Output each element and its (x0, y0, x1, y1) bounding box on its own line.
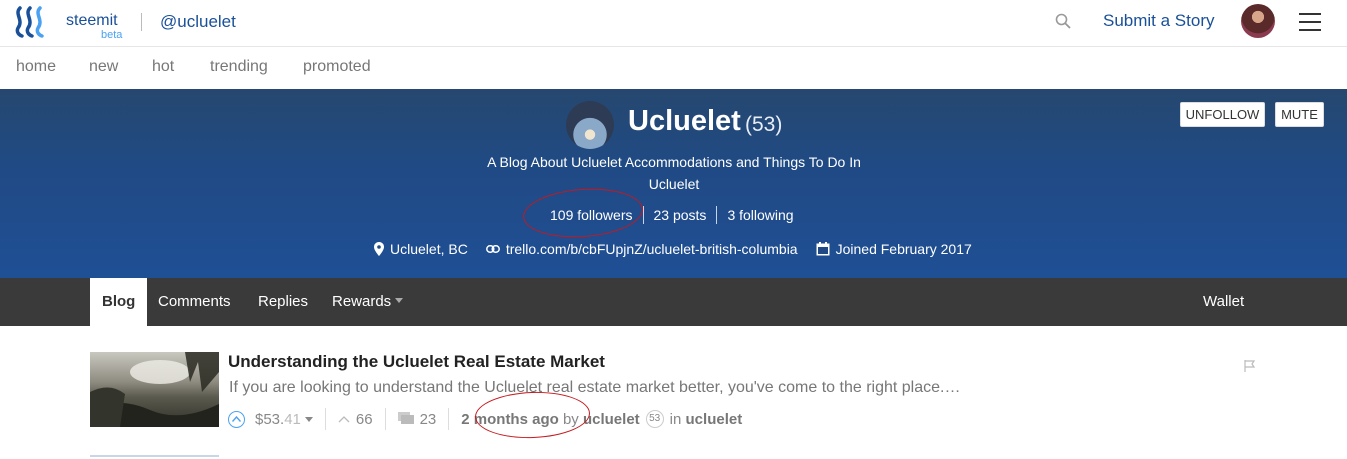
profile-location: Ucluelet, BC (374, 241, 468, 257)
author-reputation: 53 (645, 410, 664, 428)
tab-rewards-label: Rewards (332, 293, 392, 310)
payout-cents: 41 (284, 410, 301, 428)
tab-replies[interactable]: Replies (258, 278, 308, 326)
profile-about: A Blog About Ucluelet Accommodations and… (487, 154, 861, 192)
tab-rewards[interactable]: Rewards (332, 278, 404, 326)
comments-icon (397, 412, 414, 424)
in-label: in (669, 410, 682, 428)
nav-promoted[interactable]: promoted (303, 58, 371, 76)
profile-reputation: (53) (745, 113, 783, 136)
profile-tabs: Blog Comments Replies Rewards Wallet (0, 278, 1347, 326)
votes-chevron-icon (338, 416, 350, 423)
profile-website[interactable]: trello.com/b/cbFUpjnZ/ucluelet-british-c… (485, 241, 798, 257)
nav-home[interactable]: home (16, 58, 56, 76)
tab-comments[interactable]: Comments (158, 278, 231, 326)
unfollow-button[interactable]: UNFOLLOW (1180, 102, 1265, 127)
submit-story-link[interactable]: Submit a Story (1103, 11, 1215, 31)
brand-name[interactable]: steemit (66, 12, 118, 30)
sub-navigation: home new hot trending promoted (0, 48, 1347, 88)
nav-new[interactable]: new (89, 58, 118, 76)
thumbnail-image (90, 352, 219, 427)
post-author[interactable]: ucluelet (583, 411, 640, 428)
next-post-thumbnail (90, 455, 219, 459)
user-avatar[interactable] (1241, 4, 1275, 38)
nav-hot[interactable]: hot (152, 58, 174, 76)
profile-meta: Ucluelet, BC trello.com/b/cbFUpjnZ/uclue… (374, 241, 990, 257)
link-icon (485, 245, 500, 253)
profile-joined: Joined February 2017 (816, 241, 972, 257)
steemit-logo-icon[interactable] (14, 6, 50, 38)
beta-label: beta (101, 29, 123, 41)
calendar-icon (816, 242, 830, 256)
footer-divider (384, 408, 386, 430)
payout-main: $53. (255, 410, 285, 428)
profile-name: Ucluelet (628, 105, 741, 137)
top-header: steemit beta @ucluelet Submit a Story (0, 0, 1347, 47)
chevron-down-icon (395, 298, 404, 303)
flag-icon[interactable] (1244, 360, 1256, 372)
tab-blog[interactable]: Blog (90, 278, 148, 326)
post-title[interactable]: Understanding the Ucluelet Real Estate M… (228, 352, 605, 372)
comments-count[interactable]: 23 (420, 411, 437, 428)
post-category[interactable]: ucluelet (686, 411, 743, 428)
profile-avatar (566, 101, 614, 149)
joined-text: Joined February 2017 (835, 241, 972, 257)
tab-wallet[interactable]: Wallet (1203, 278, 1244, 326)
footer-divider (324, 408, 326, 430)
mute-button[interactable]: MUTE (1275, 102, 1324, 127)
menu-icon[interactable] (1299, 13, 1321, 31)
location-pin-icon (374, 242, 384, 256)
website-link[interactable]: trello.com/b/cbFUpjnZ/ucluelet-british-c… (506, 241, 798, 257)
votes-count[interactable]: 66 (356, 411, 373, 428)
header-divider (141, 13, 142, 31)
post-summary: Understanding the Ucluelet Real Estate M… (90, 352, 1260, 430)
chevron-down-icon (304, 416, 313, 422)
posts-count: 23 posts (644, 206, 718, 224)
post-thumbnail[interactable] (90, 352, 219, 427)
breadcrumb-username[interactable]: @ucluelet (160, 12, 236, 32)
search-icon[interactable] (1055, 13, 1071, 29)
payout-value[interactable]: $53.41 (255, 411, 313, 428)
profile-banner: Ucluelet (53) A Blog About Ucluelet Acco… (0, 89, 1347, 278)
footer-divider (448, 408, 450, 430)
nav-trending[interactable]: trending (210, 58, 268, 76)
location-text: Ucluelet, BC (390, 241, 468, 257)
upvote-icon[interactable] (228, 410, 245, 428)
post-excerpt[interactable]: If you are looking to understand the Ucl… (229, 379, 1009, 397)
following-count[interactable]: 3 following (717, 206, 803, 224)
